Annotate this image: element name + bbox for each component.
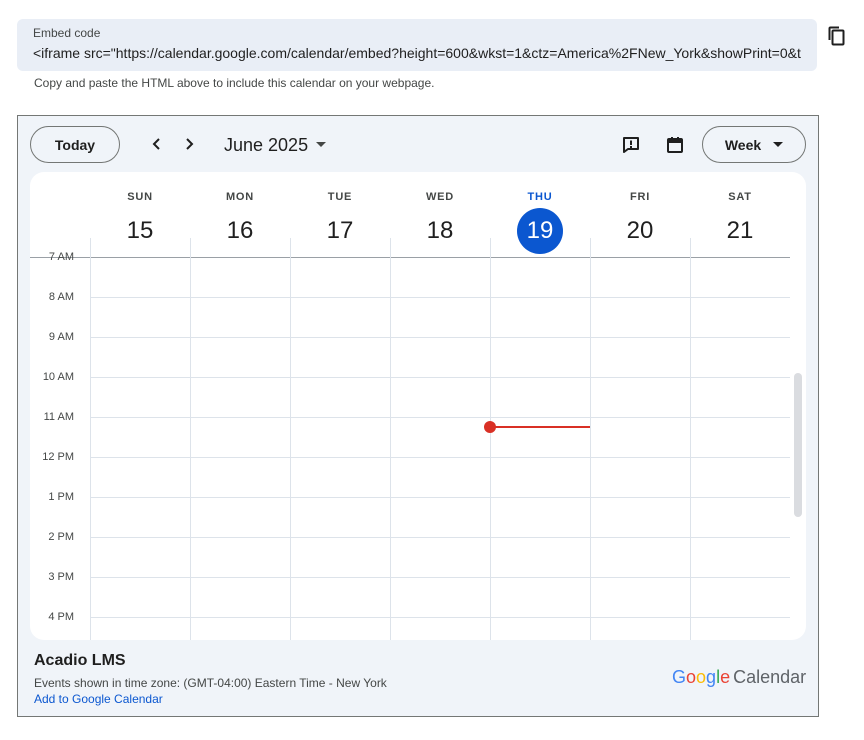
hour-gridline <box>90 417 790 418</box>
hour-gridline <box>90 537 790 538</box>
scrollbar-thumb[interactable] <box>794 373 802 517</box>
day-of-week-label: WED <box>425 191 455 203</box>
day-header-fri[interactable]: FRI 20 <box>590 172 690 256</box>
timezone-text: Events shown in time zone: (GMT-04:00) E… <box>34 676 387 690</box>
hour-gridline <box>90 617 790 618</box>
hour-label: 11 AM <box>43 411 74 423</box>
embed-code-label: Embed code <box>33 26 101 40</box>
hour-gridline <box>90 337 790 338</box>
feedback-icon[interactable] <box>619 133 643 157</box>
day-column-divider <box>590 238 591 640</box>
chevron-left-icon[interactable] <box>145 132 169 156</box>
day-header-sat[interactable]: SAT 21 <box>690 172 790 256</box>
hour-label: 4 PM <box>48 611 74 623</box>
hour-label: 9 AM <box>48 331 74 343</box>
day-of-week-label: SAT <box>728 191 752 203</box>
hour-label: 7 AM <box>48 251 74 263</box>
caret-down-icon <box>773 141 784 147</box>
hour-gridline <box>90 297 790 298</box>
day-number[interactable]: 16 <box>217 208 263 254</box>
hour-label: 8 AM <box>48 291 74 303</box>
header-separator <box>30 257 790 258</box>
hour-label: 12 PM <box>42 451 74 463</box>
calendar-wordmark: Calendar <box>733 667 807 687</box>
hour-gridline <box>90 577 790 578</box>
google-calendar-logo[interactable]: Google Calendar <box>672 667 806 688</box>
calendar-name: Acadio LMS <box>34 652 126 669</box>
day-column-divider <box>390 238 391 640</box>
calendar-embed: Today June 2025 Week SUN 15 MON 16 TUE 17 WED 1… <box>17 115 819 717</box>
day-number[interactable]: 15 <box>117 208 163 254</box>
chevron-right-icon[interactable] <box>177 132 201 156</box>
day-header-mon[interactable]: MON 16 <box>190 172 290 256</box>
hour-gridline <box>90 377 790 378</box>
calendar-icon[interactable] <box>663 133 687 157</box>
day-number[interactable]: 19 <box>517 208 563 254</box>
current-time-dot <box>484 421 496 433</box>
view-label: Week <box>724 136 762 153</box>
hour-label: 2 PM <box>48 531 74 543</box>
day-header-tue[interactable]: TUE 17 <box>290 172 390 256</box>
copy-icon[interactable] <box>826 24 848 48</box>
day-column-divider <box>290 238 291 640</box>
embed-code-box[interactable]: Embed code <iframe src="https://calendar… <box>17 19 817 71</box>
embed-code-value[interactable]: <iframe src="https://calendar.google.com… <box>33 45 801 61</box>
day-header-thu[interactable]: THU 19 <box>490 172 590 256</box>
day-number[interactable]: 21 <box>717 208 763 254</box>
day-header-wed[interactable]: WED 18 <box>390 172 490 256</box>
day-number[interactable]: 18 <box>417 208 463 254</box>
day-column-divider <box>90 238 91 640</box>
day-column-divider <box>690 238 691 640</box>
embed-helper-text: Copy and paste the HTML above to include… <box>34 76 435 90</box>
hour-gridline <box>90 497 790 498</box>
day-of-week-label: SUN <box>127 191 153 203</box>
hour-label: 10 AM <box>42 371 74 383</box>
day-number[interactable]: 17 <box>317 208 363 254</box>
day-of-week-label: TUE <box>327 191 353 203</box>
day-of-week-label: MON <box>225 191 255 203</box>
day-column-divider <box>490 238 491 640</box>
day-number[interactable]: 20 <box>617 208 663 254</box>
add-to-google-calendar-link[interactable]: Add to Google Calendar <box>34 692 163 706</box>
view-selector-button[interactable]: Week <box>702 126 806 163</box>
hour-label: 3 PM <box>48 571 74 583</box>
month-label: June 2025 <box>224 134 309 155</box>
day-column-divider <box>190 238 191 640</box>
today-button[interactable]: Today <box>30 126 120 163</box>
google-wordmark: Google <box>672 667 731 687</box>
week-grid[interactable]: SUN 15 MON 16 TUE 17 WED 18 THU 19 FRI 20 SAT 21 7 AM 8… <box>30 172 806 640</box>
day-of-week-label: FRI <box>629 191 651 203</box>
day-of-week-label: THU <box>527 191 553 203</box>
day-header-sun[interactable]: SUN 15 <box>90 172 190 256</box>
current-time-line <box>490 426 590 428</box>
caret-down-icon <box>316 142 327 147</box>
month-selector[interactable]: June 2025 <box>224 131 327 159</box>
hour-gridline <box>90 457 790 458</box>
hour-label: 1 PM <box>48 491 74 503</box>
